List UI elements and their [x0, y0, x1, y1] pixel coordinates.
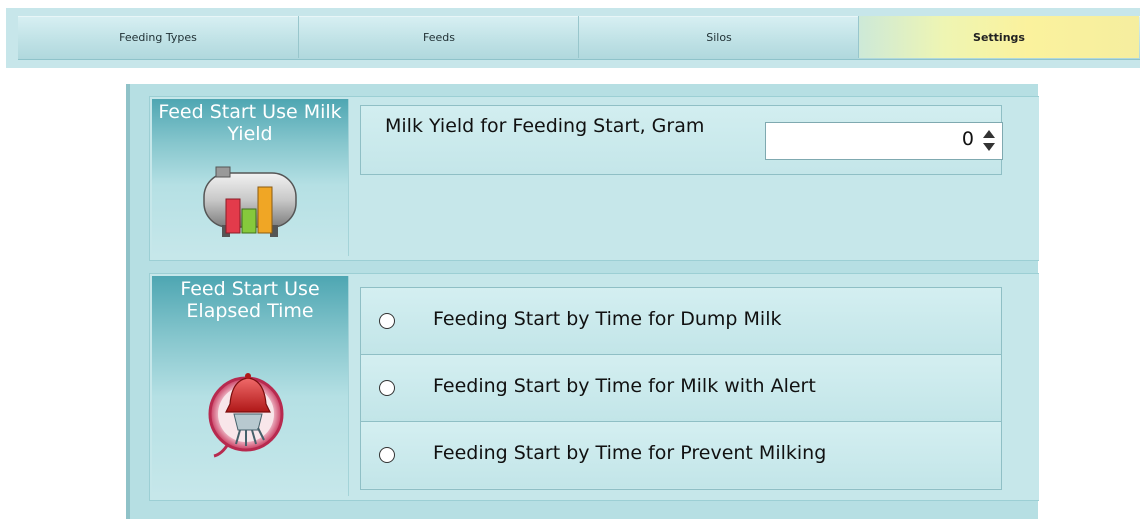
option-label: Feeding Start by Time for Prevent Milkin… [433, 442, 827, 464]
milk-yield-field: Milk Yield for Feeding Start, Gram 0 [360, 105, 1003, 175]
tab-settings[interactable]: Settings [858, 16, 1139, 58]
milk-yield-title: Feed Start Use Milk Yield [158, 101, 342, 145]
spinner-buttons [980, 127, 998, 155]
option-prevent-milking[interactable]: Feeding Start by Time for Prevent Milkin… [361, 422, 1001, 488]
elapsed-time-group: Feed Start Use Elapsed Time Feeding Star… [149, 273, 1039, 501]
feeding-start-options: Feeding Start by Time for Dump Milk Feed… [360, 287, 1002, 490]
milk-yield-label: Milk Yield for Feeding Start, Gram [385, 115, 705, 137]
option-label: Feeding Start by Time for Dump Milk [433, 308, 782, 330]
radio-button[interactable] [379, 380, 395, 396]
tab-label: Feeds [423, 30, 455, 44]
option-milk-with-alert[interactable]: Feeding Start by Time for Milk with Aler… [361, 355, 1001, 422]
milk-yield-value[interactable]: 0 [962, 128, 974, 150]
milk-yield-input[interactable]: 0 [765, 122, 1003, 160]
settings-panel: Feed Start Use Milk Yield Milk Yield for… [126, 84, 1039, 519]
option-dump-milk[interactable]: Feeding Start by Time for Dump Milk [361, 288, 1001, 355]
radio-button[interactable] [379, 447, 395, 463]
alarm-milking-icon [204, 364, 290, 464]
tab-label: Feeding Types [119, 30, 197, 44]
milk-tank-chart-icon [200, 163, 300, 245]
tab-bar: Feeding Types Feeds Silos Settings [6, 8, 1140, 68]
tab-feeding-types[interactable]: Feeding Types [18, 16, 298, 58]
tab-label: Settings [973, 30, 1025, 44]
milk-yield-header: Feed Start Use Milk Yield [152, 99, 349, 256]
option-label: Feeding Start by Time for Milk with Aler… [433, 375, 816, 397]
elapsed-time-title: Feed Start Use Elapsed Time [180, 278, 320, 322]
tab-silos[interactable]: Silos [578, 16, 859, 58]
radio-button[interactable] [379, 313, 395, 329]
milk-yield-group: Feed Start Use Milk Yield Milk Yield for… [149, 96, 1039, 261]
spinner-down-icon[interactable] [983, 143, 995, 151]
tab-label: Silos [706, 30, 732, 44]
spinner-up-icon[interactable] [983, 130, 995, 138]
elapsed-time-header: Feed Start Use Elapsed Time [152, 276, 349, 496]
tab-feeds[interactable]: Feeds [298, 16, 579, 58]
